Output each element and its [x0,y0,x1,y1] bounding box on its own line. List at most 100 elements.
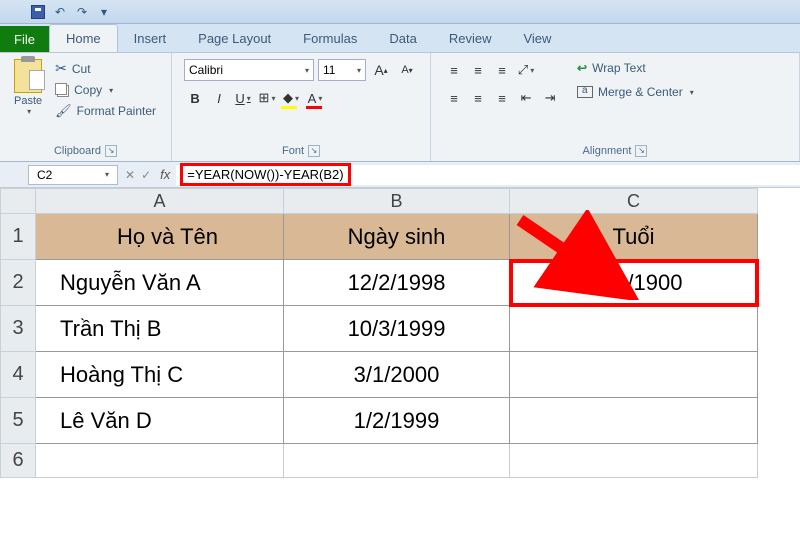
cell-C2[interactable]: 1/23/1900 [510,260,758,306]
align-top-button[interactable]: ≡ [443,59,465,81]
cell-A5[interactable]: Lê Văn D [36,398,284,444]
font-launcher[interactable]: ↘ [308,145,320,157]
merge-icon [577,86,593,98]
align-right-button[interactable]: ≡ [491,87,513,109]
chevron-down-icon: ▾ [105,170,109,179]
align-left-button[interactable]: ≡ [443,87,465,109]
row-header-6[interactable]: 6 [0,444,36,478]
underline-button[interactable]: U▾ [232,87,254,109]
col-header-B[interactable]: B [284,188,510,214]
font-color-button[interactable]: A▾ [304,87,326,109]
tab-home[interactable]: Home [49,24,118,52]
paste-button[interactable]: Paste ▾ [8,57,48,118]
group-label-font: Font [282,145,304,157]
tab-insert[interactable]: Insert [118,25,183,52]
cell-B5[interactable]: 1/2/1999 [284,398,510,444]
fx-icon[interactable]: fx [160,167,170,182]
borders-button[interactable]: ⊞▾ [256,87,278,109]
brush-icon [55,103,72,119]
fill-color-button[interactable]: ◆▾ [280,87,302,109]
cell-A3[interactable]: Trần Thị B [36,306,284,352]
qat-customize-button[interactable]: ▾ [96,4,112,20]
bucket-icon: ◆ [283,90,293,106]
tab-page-layout[interactable]: Page Layout [182,25,287,52]
cancel-formula-button[interactable]: ✕ [125,168,135,182]
orientation-button[interactable]: ⤢▾ [515,59,537,81]
table-row: 1 Họ và Tên Ngày sinh Tuổi [0,214,800,260]
chevron-down-icon: ▾ [271,94,275,103]
chevron-down-icon: ▾ [530,66,534,75]
cell-A4[interactable]: Hoàng Thị C [36,352,284,398]
cell-C1[interactable]: Tuổi [510,214,758,260]
tab-formulas[interactable]: Formulas [287,25,373,52]
cut-button[interactable]: Cut [52,59,159,78]
tab-view[interactable]: View [507,25,567,52]
col-header-A[interactable]: A [36,188,284,214]
group-label-clipboard: Clipboard [54,145,101,157]
cell-C4[interactable] [510,352,758,398]
row-header-3[interactable]: 3 [0,306,36,352]
group-label-alignment: Alignment [583,145,632,157]
table-row: 3 Trần Thị B 10/3/1999 [0,306,800,352]
row-header-1[interactable]: 1 [0,214,36,260]
font-size-select[interactable]: 11▾ [318,59,366,81]
tab-review[interactable]: Review [433,25,508,52]
row-header-2[interactable]: 2 [0,260,36,306]
formula-input[interactable]: =YEAR(NOW())-YEAR(B2) [176,165,800,185]
enter-formula-button[interactable]: ✓ [141,168,151,182]
align-bottom-button[interactable]: ≡ [491,59,513,81]
group-alignment: ≡ ≡ ≡ ⤢▾ ≡ ≡ ≡ ⇤ ⇥ Wrap Text Merge & Cen… [431,53,800,161]
wrap-text-button[interactable]: Wrap Text [573,59,698,77]
wrap-text-icon [577,61,587,75]
cell-A1[interactable]: Họ và Tên [36,214,284,260]
cell-A6[interactable] [36,444,284,478]
increase-indent-button[interactable]: ⇥ [539,87,561,109]
merge-center-button[interactable]: Merge & Center▾ [573,83,698,101]
cell-B4[interactable]: 3/1/2000 [284,352,510,398]
save-button[interactable] [30,4,46,20]
table-row: 4 Hoàng Thị C 3/1/2000 [0,352,800,398]
table-row: 6 [0,444,800,478]
cell-B6[interactable] [284,444,510,478]
cell-B1[interactable]: Ngày sinh [284,214,510,260]
scissors-icon [55,60,67,77]
font-name-select[interactable]: Calibri▾ [184,59,314,81]
increase-font-button[interactable] [370,59,392,81]
paste-icon [14,59,42,93]
align-middle-button[interactable]: ≡ [467,59,489,81]
table-row: 5 Lê Văn D 1/2/1999 [0,398,800,444]
font-color-icon: A [308,91,317,106]
name-box[interactable]: C2▾ [28,165,118,185]
cell-C5[interactable] [510,398,758,444]
cell-C3[interactable] [510,306,758,352]
redo-button[interactable]: ↷ [74,4,90,20]
format-painter-button[interactable]: Format Painter [52,102,159,120]
clipboard-launcher[interactable]: ↘ [105,145,117,157]
cell-A2[interactable]: Nguyễn Văn A [36,260,284,306]
cell-C6[interactable] [510,444,758,478]
copy-icon [55,83,69,97]
select-all-corner[interactable] [0,188,36,214]
chevron-down-icon: ▾ [295,94,299,103]
cell-B3[interactable]: 10/3/1999 [284,306,510,352]
formula-bar: C2▾ ✕ ✓ fx =YEAR(NOW())-YEAR(B2) [0,162,800,188]
decrease-indent-button[interactable]: ⇤ [515,87,537,109]
row-header-4[interactable]: 4 [0,352,36,398]
chevron-down-icon: ▾ [109,86,113,95]
align-center-button[interactable]: ≡ [467,87,489,109]
save-icon [31,5,45,19]
alignment-launcher[interactable]: ↘ [635,145,647,157]
col-header-C[interactable]: C [510,188,758,214]
cell-B2[interactable]: 12/2/1998 [284,260,510,306]
spreadsheet: A B C 1 Họ và Tên Ngày sinh Tuổi 2 Nguyễ… [0,188,800,478]
bold-button[interactable]: B [184,87,206,109]
italic-button[interactable]: I [208,87,230,109]
decrease-font-button[interactable] [396,59,418,81]
tab-file[interactable]: File [0,26,49,52]
tab-data[interactable]: Data [373,25,432,52]
undo-button[interactable]: ↶ [52,4,68,20]
table-row: 2 Nguyễn Văn A 12/2/1998 1/23/1900 [0,260,800,306]
quick-access-toolbar: ↶ ↷ ▾ [0,0,800,24]
copy-button[interactable]: Copy▾ [52,82,159,98]
row-header-5[interactable]: 5 [0,398,36,444]
